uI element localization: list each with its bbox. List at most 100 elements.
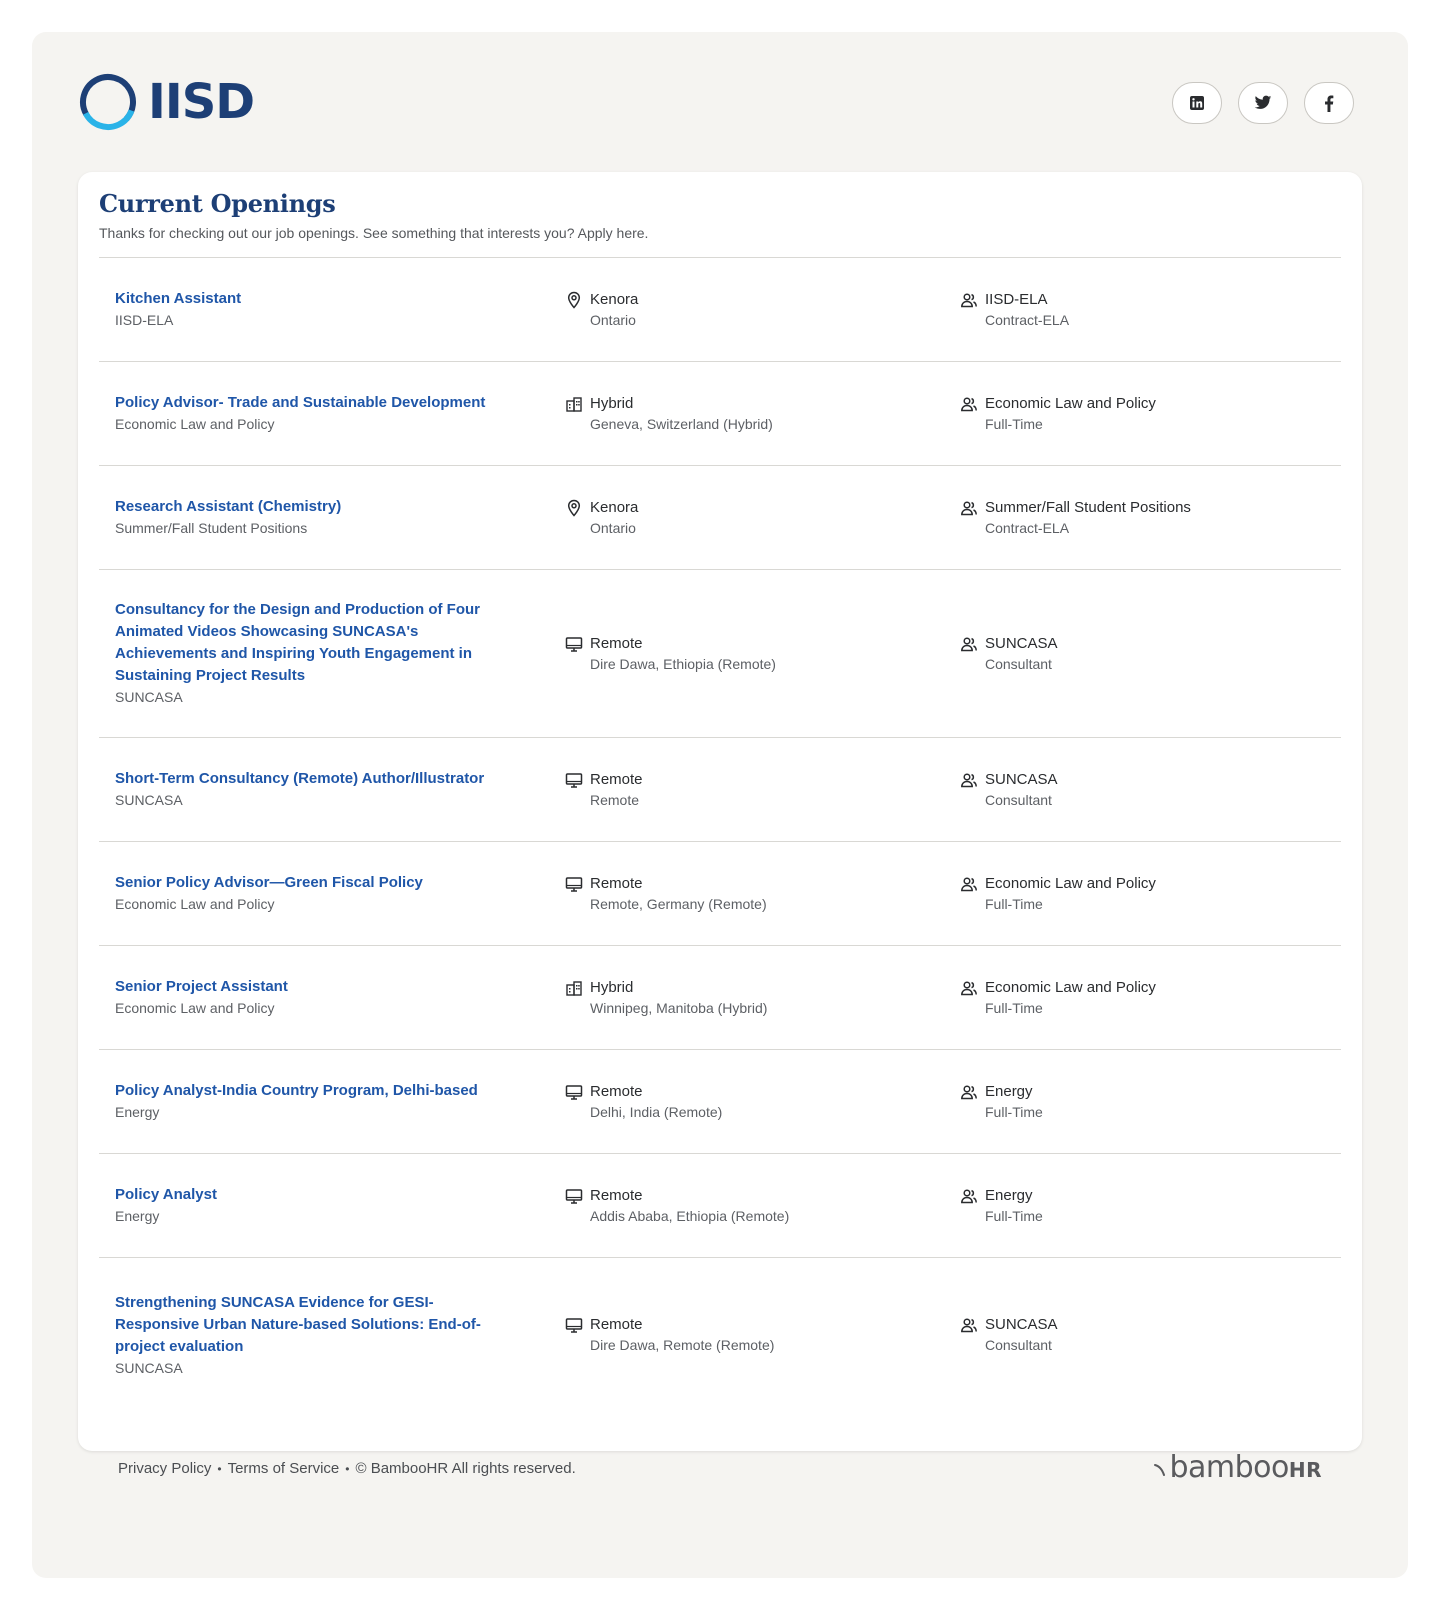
job-row: Strengthening SUNCASA Evidence for GESI-… (99, 1258, 1341, 1412)
bamboohr-logo[interactable]: bamboo HR (1154, 1450, 1322, 1485)
job-title-cell: Policy Analyst-India Country Program, De… (115, 1080, 565, 1123)
copyright-text: © BambooHR All rights reserved. (355, 1460, 576, 1477)
job-location-cell: Hybrid Geneva, Switzerland (Hybrid) (565, 393, 960, 435)
location-pin-icon (567, 291, 581, 309)
job-title-line: Research Assistant (Chemistry) (115, 498, 342, 515)
job-team-cell: Energy Full-Time (960, 1185, 1325, 1227)
job-title-link[interactable]: Policy Analyst (115, 1184, 565, 1206)
job-location-cell: Remote Addis Ababa, Ethiopia (Remote) (565, 1185, 960, 1227)
employment-type: Full-Time (985, 999, 1043, 1016)
twitter-icon (1254, 95, 1272, 109)
remote-monitor-icon (565, 1318, 583, 1333)
job-department: IISD-ELA (115, 312, 174, 328)
twitter-button[interactable] (1238, 82, 1288, 124)
remote-monitor-icon (565, 636, 583, 652)
employment-type: Full-Time (985, 1103, 1043, 1120)
job-title-link[interactable]: Senior Policy Advisor—Green Fiscal Polic… (115, 872, 565, 894)
job-title-cell: Kitchen Assistant IISD-ELA (115, 288, 565, 331)
job-department: Energy (115, 1104, 160, 1120)
location-pin-icon (567, 499, 581, 517)
iisd-ring-icon (80, 74, 136, 130)
location-type: Kenora (590, 498, 639, 516)
linkedin-icon (1190, 96, 1204, 110)
team-name: Summer/Fall Student Positions (985, 498, 1191, 516)
job-title-link[interactable]: Policy Advisor- Trade and Sustainable De… (115, 392, 565, 414)
team-name: IISD-ELA (985, 290, 1048, 308)
job-title-link[interactable]: Policy Analyst-India Country Program, De… (115, 1080, 565, 1102)
team-name: Economic Law and Policy (985, 394, 1156, 412)
location-detail: Dire Dawa, Ethiopia (Remote) (590, 655, 776, 672)
job-row: Senior Policy Advisor—Green Fiscal Polic… (99, 842, 1341, 946)
facebook-button[interactable] (1304, 82, 1354, 124)
people-icon (961, 636, 977, 651)
job-title-link[interactable]: Research Assistant (Chemistry) (115, 496, 565, 518)
job-row: Short-Term Consultancy (Remote) Author/I… (99, 738, 1341, 842)
job-team-cell: SUNCASA Consultant (960, 633, 1325, 675)
job-location-cell: Kenora Ontario (565, 289, 960, 331)
team-name: SUNCASA (985, 634, 1058, 652)
job-department: SUNCASA (115, 1359, 183, 1376)
job-title-cell: Strengthening SUNCASA Evidence for GESI-… (115, 1292, 565, 1379)
job-team-cell: Economic Law and Policy Full-Time (960, 977, 1325, 1019)
employment-type: Full-Time (985, 1207, 1043, 1224)
location-detail: Ontario (590, 519, 636, 536)
job-department: Energy (115, 1208, 160, 1224)
job-title-link[interactable]: Consultancy for the Design and Productio… (115, 599, 565, 687)
brand-name: IISD (148, 74, 255, 130)
job-location-cell: Remote Remote, Germany (Remote) (565, 873, 960, 915)
iisd-logo[interactable]: IISD (78, 72, 255, 132)
social-links (1172, 82, 1354, 124)
page-title: Current Openings (99, 189, 336, 218)
job-department: Economic Law and Policy (115, 416, 275, 432)
job-location-cell: Remote Dire Dawa, Ethiopia (Remote) (565, 633, 960, 675)
job-title-line: Policy Analyst-India Country Program, De… (115, 1082, 478, 1099)
bamboo-leaf-icon (1154, 1464, 1166, 1476)
location-detail: Dire Dawa, Remote (Remote) (590, 1337, 775, 1353)
hybrid-building-icon (566, 980, 582, 996)
people-icon (961, 1188, 977, 1203)
job-row: Consultancy for the Design and Productio… (99, 570, 1341, 738)
job-row: Senior Project Assistant Economic Law and… (99, 946, 1341, 1050)
job-title-line: Senior Project Assistant (115, 978, 288, 995)
team-name: SUNCASA (985, 1316, 1058, 1333)
team-name: Economic Law and Policy (985, 978, 1156, 996)
job-location-cell: Remote Dire Dawa, Remote (Remote) (565, 1314, 960, 1356)
privacy-policy-link[interactable]: Privacy Policy (118, 1460, 211, 1477)
job-title-cell: Research Assistant (Chemistry) Summer/Fal… (115, 496, 565, 539)
people-icon (961, 1084, 977, 1099)
job-title-line: project evaluation (115, 1337, 244, 1355)
linkedin-button[interactable] (1172, 82, 1222, 124)
footer-links: Privacy Policy • Terms of Service • © Ba… (118, 1460, 576, 1477)
remote-monitor-icon (565, 772, 583, 788)
employment-type: Full-Time (985, 895, 1043, 912)
team-name: Economic Law and Policy (985, 874, 1156, 892)
job-title-line: Strengthening SUNCASA Evidence for GESI- (115, 1293, 434, 1311)
job-title-link[interactable]: Short-Term Consultancy (Remote) Author/I… (115, 768, 565, 790)
remote-monitor-icon (565, 1084, 583, 1100)
job-title-link[interactable]: Kitchen Assistant (115, 288, 565, 310)
job-team-cell: SUNCASA Consultant (960, 1314, 1325, 1356)
location-type: Hybrid (590, 978, 634, 996)
job-title-line: Senior Policy Advisor—Green Fiscal Polic… (115, 874, 423, 891)
job-location-cell: Kenora Ontario (565, 497, 960, 539)
job-location-cell: Hybrid Winnipeg, Manitoba (Hybrid) (565, 977, 960, 1019)
location-type: Kenora (590, 290, 639, 308)
job-title-link[interactable]: Strengthening SUNCASA Evidence for GESI-… (115, 1292, 565, 1358)
hybrid-building-icon (566, 396, 582, 412)
people-icon (961, 396, 977, 411)
people-icon (961, 500, 977, 515)
job-title-link[interactable]: Senior Project Assistant (115, 976, 565, 998)
terms-of-service-link[interactable]: Terms of Service (228, 1460, 340, 1477)
job-title-cell: Policy Analyst Energy (115, 1184, 565, 1227)
job-department: SUNCASA (115, 792, 183, 808)
job-list: Kitchen Assistant IISD-ELA Kenora Ontario II… (99, 257, 1341, 1412)
people-icon (961, 1318, 977, 1333)
location-detail: Remote (590, 791, 640, 808)
location-type: Remote (590, 634, 643, 652)
job-team-cell: SUNCASA Consultant (960, 769, 1325, 811)
footer-separator: • (345, 1461, 350, 1476)
people-icon (961, 292, 977, 307)
location-type: Remote (590, 770, 643, 788)
job-location-cell: Remote Delhi, India (Remote) (565, 1081, 960, 1123)
location-type: Remote (590, 874, 643, 892)
